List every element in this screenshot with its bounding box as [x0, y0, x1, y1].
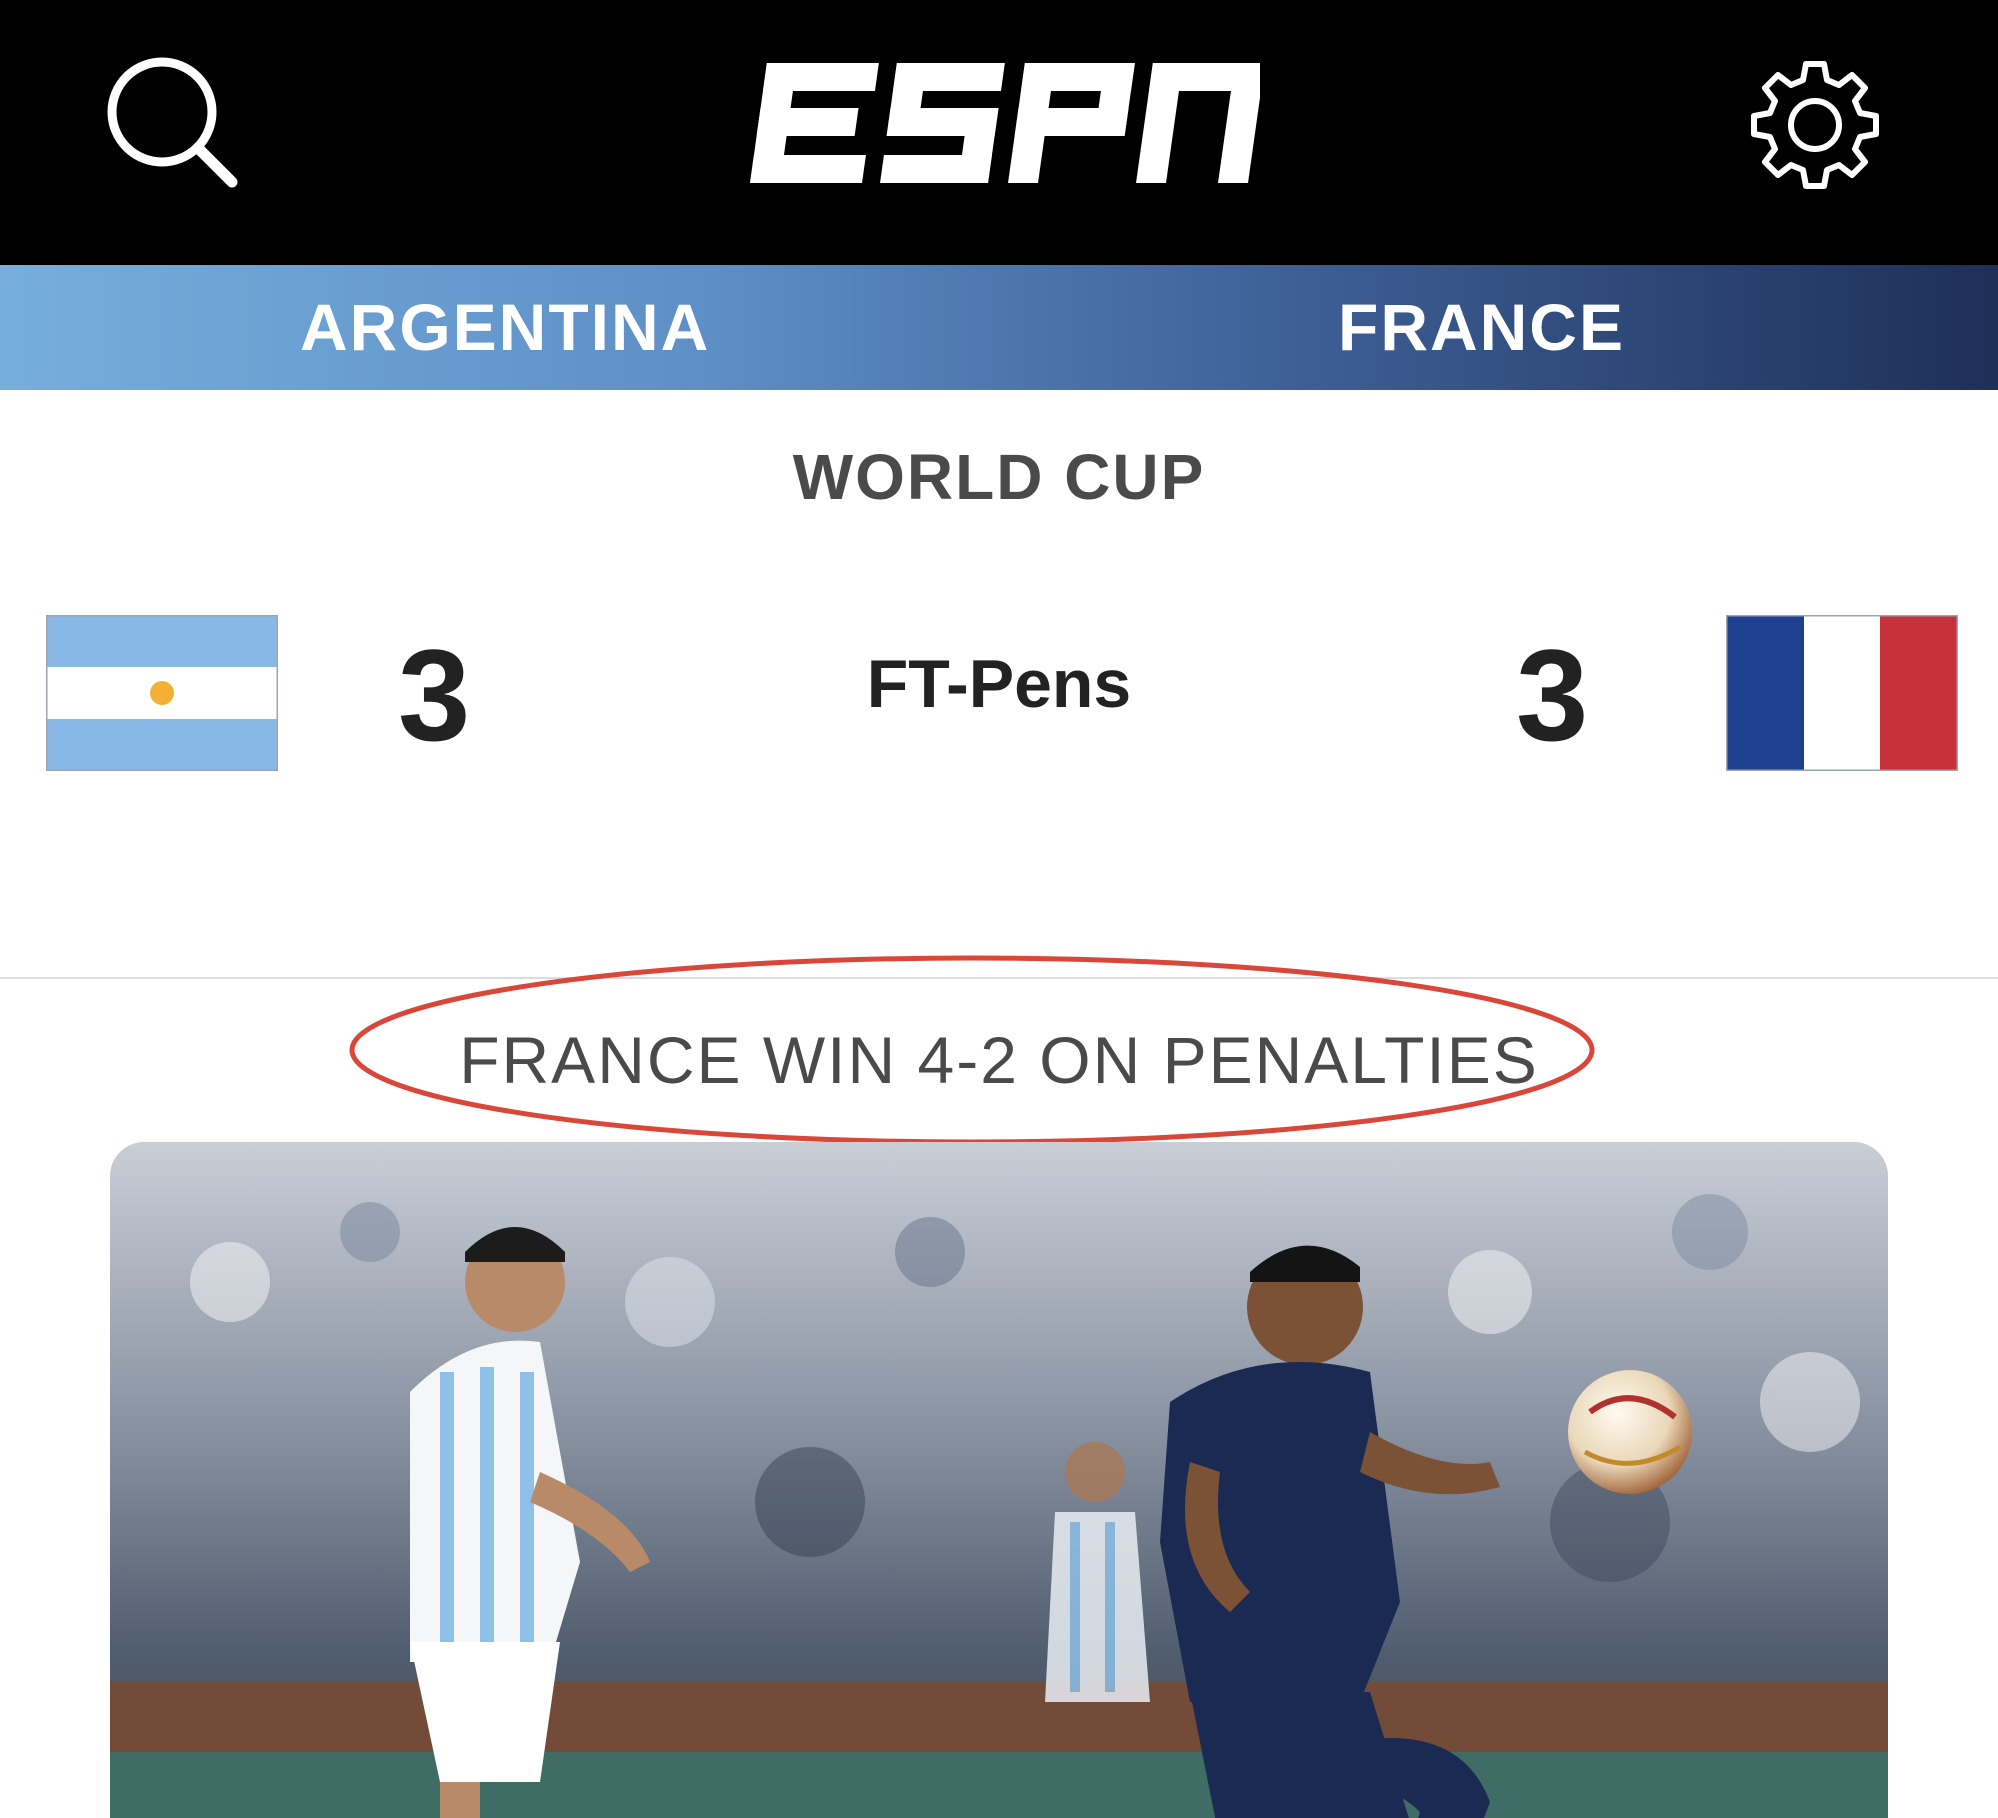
team-away-name[interactable]: FRANCE: [1338, 265, 1625, 390]
search-button[interactable]: [100, 50, 250, 200]
settings-button[interactable]: [1740, 50, 1890, 200]
france-flag-icon: [1726, 615, 1958, 771]
team-bar: ARGENTINA FRANCE: [0, 265, 1998, 390]
away-score: 3: [1516, 622, 1589, 768]
gear-icon: [1751, 61, 1879, 189]
match-page: ARGENTINA FRANCE WORLD CUP 3 FT-Pens 3 F…: [0, 0, 1998, 1818]
match-photo-image: [110, 1142, 1888, 1818]
espn-logo: [740, 55, 1265, 190]
match-status: FT-Pens: [866, 646, 1132, 722]
red-ellipse-annotation: [349, 955, 1595, 1145]
app-header: [0, 0, 1998, 265]
search-icon: [107, 57, 238, 188]
team-home-name[interactable]: ARGENTINA: [300, 265, 710, 390]
competition-title: WORLD CUP: [792, 441, 1206, 513]
match-photo[interactable]: [110, 1142, 1888, 1818]
